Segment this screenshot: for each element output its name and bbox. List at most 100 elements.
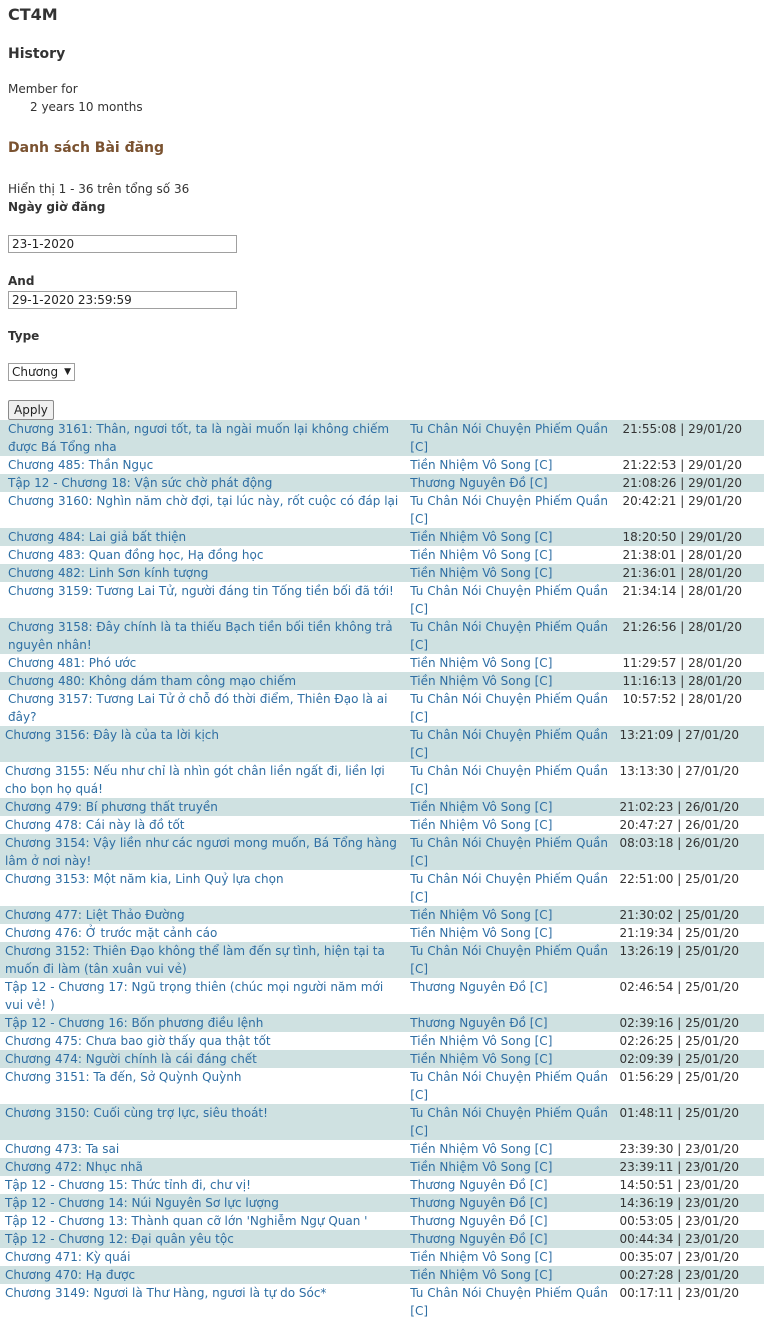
post-category-link[interactable]: Tu Chân Nói Chuyện Phiếm Quần [C]: [410, 1284, 610, 1320]
post-category-link[interactable]: Tu Chân Nói Chuyện Phiếm Quần [C]: [410, 492, 610, 528]
post-title-link[interactable]: Chương 473: Ta sai: [5, 1142, 119, 1156]
post-title-link[interactable]: Tập 12 - Chương 14: Núi Nguyên Sơ lực lư…: [5, 1196, 279, 1210]
post-title-link[interactable]: Chương 478: Cái này là đồ tốt: [5, 818, 185, 832]
post-category-link[interactable]: Tiền Nhiệm Vô Song [C]: [410, 924, 610, 942]
post-title-link[interactable]: Chương 484: Lai giả bất thiện: [8, 530, 186, 544]
post-datetime: 20:47:27 | 26/01/20: [619, 818, 739, 832]
post-category-link[interactable]: Tu Chân Nói Chuyện Phiếm Quần [C]: [410, 726, 610, 762]
table-row: Chương 476: Ở trước mặt cảnh cáo Tiền Nhi…: [0, 924, 764, 942]
post-list-title: Danh sách Bài đăng: [8, 140, 165, 156]
post-category-link[interactable]: Thương Nguyên Đồ [C]: [410, 1194, 610, 1212]
post-category-link[interactable]: Thương Nguyên Đồ [C]: [410, 1212, 610, 1230]
type-select[interactable]: Chương ▼: [8, 363, 76, 381]
post-title-link[interactable]: Chương 481: Phó ước: [8, 656, 136, 670]
post-datetime: 14:50:51 | 23/01/20: [619, 1178, 739, 1192]
post-category-link[interactable]: Tu Chân Nói Chuyện Phiếm Quần [C]: [410, 870, 610, 906]
post-title-link[interactable]: Chương 482: Linh Sơn kính tượng: [8, 566, 208, 580]
table-row: Chương 480: Không dám tham công mạo chiế…: [0, 672, 764, 690]
post-title-link[interactable]: Chương 3150: Cuối cùng trợ lực, siêu tho…: [5, 1106, 268, 1120]
apply-button[interactable]: Apply: [8, 400, 54, 420]
post-title-link[interactable]: Chương 3152: Thiên Đạo không thể làm đến…: [5, 944, 385, 976]
post-title-link[interactable]: Chương 3158: Đây chính là ta thiếu Bạch …: [8, 620, 393, 652]
post-category-link[interactable]: Tiền Nhiệm Vô Song [C]: [410, 1248, 610, 1266]
post-title-link[interactable]: Chương 3157: Tương Lai Tử ở chỗ đó thời …: [8, 692, 387, 724]
post-category-link[interactable]: Tiền Nhiệm Vô Song [C]: [410, 816, 610, 834]
post-title-link[interactable]: Chương 485: Thần Ngục: [8, 458, 153, 472]
date-to-input[interactable]: [8, 291, 237, 309]
post-title-link[interactable]: Chương 472: Nhục nhã: [5, 1160, 143, 1174]
post-category-link[interactable]: Tiền Nhiệm Vô Song [C]: [410, 1266, 610, 1284]
post-title-link[interactable]: Chương 3156: Đây là của ta lời kịch: [5, 728, 219, 742]
post-title-link[interactable]: Chương 477: Liệt Thảo Đường: [5, 908, 185, 922]
table-row: Tập 12 - Chương 16: Bốn phương điều lệnh…: [0, 1014, 764, 1032]
post-category-link[interactable]: Tu Chân Nói Chuyện Phiếm Quần [C]: [410, 618, 610, 654]
post-category-link[interactable]: Tu Chân Nói Chuyện Phiếm Quần [C]: [410, 1068, 610, 1104]
table-row: Chương 3153: Một năm kia, Linh Quỷ lựa c…: [0, 870, 764, 906]
post-title-link[interactable]: Chương 483: Quan đồng học, Hạ đồng học: [8, 548, 263, 562]
post-title-link[interactable]: Chương 3159: Tương Lai Tử, người đáng ti…: [8, 584, 394, 598]
post-category-link[interactable]: Tiền Nhiệm Vô Song [C]: [410, 1032, 610, 1050]
type-select-value: Chương: [12, 365, 59, 379]
table-row: Chương 3149: Ngươi là Thư Hàng, ngươi là…: [0, 1284, 764, 1320]
post-category-link[interactable]: Tiền Nhiệm Vô Song [C]: [410, 672, 610, 690]
post-title-link[interactable]: Chương 480: Không dám tham công mạo chiế…: [8, 674, 296, 688]
post-category-link[interactable]: Tu Chân Nói Chuyện Phiếm Quần [C]: [410, 690, 610, 726]
post-title-link[interactable]: Chương 479: Bí phương thất truyền: [5, 800, 218, 814]
post-datetime: 02:09:39 | 25/01/20: [619, 1052, 739, 1066]
post-title-link[interactable]: Tập 12 - Chương 16: Bốn phương điều lệnh: [5, 1016, 263, 1030]
post-category-link[interactable]: Tiền Nhiệm Vô Song [C]: [410, 456, 610, 474]
post-title-link[interactable]: Chương 3154: Vậy liền như các ngươi mong…: [5, 836, 397, 868]
post-category-link[interactable]: Thương Nguyên Đồ [C]: [410, 1230, 610, 1248]
post-category-link[interactable]: Thương Nguyên Đồ [C]: [410, 978, 610, 996]
table-row: Chương 478: Cái này là đồ tốt Tiền Nhiệm …: [0, 816, 764, 834]
table-row: Chương 3152: Thiên Đạo không thể làm đến…: [0, 942, 764, 978]
post-category-link[interactable]: Thương Nguyên Đồ [C]: [410, 1176, 610, 1194]
table-row: Chương 470: Hạ được Tiền Nhiệm Vô Song [C…: [0, 1266, 764, 1284]
table-row: Tập 12 - Chương 13: Thành quan cỡ lớn 'N…: [0, 1212, 764, 1230]
post-category-link[interactable]: Tiền Nhiệm Vô Song [C]: [410, 1140, 610, 1158]
post-title-link[interactable]: Chương 474: Người chính là cái đáng chết: [5, 1052, 257, 1066]
post-datetime: 21:38:01 | 28/01/20: [622, 548, 742, 562]
post-title-link[interactable]: Tập 12 - Chương 18: Vận sức chờ phát độn…: [8, 476, 272, 490]
table-row: Tập 12 - Chương 17: Ngũ trọng thiên (chú…: [0, 978, 764, 1014]
post-category-link[interactable]: Tiền Nhiệm Vô Song [C]: [410, 798, 610, 816]
post-title-link[interactable]: Chương 3149: Ngươi là Thư Hàng, ngươi là…: [5, 1286, 326, 1300]
table-row: Chương 484: Lai giả bất thiện Tiền Nhiệm …: [0, 528, 764, 546]
chevron-down-icon: ▼: [64, 367, 72, 377]
table-row: Chương 477: Liệt Thảo Đường Tiền Nhiệm Vô…: [0, 906, 764, 924]
post-title-link[interactable]: Chương 3153: Một năm kia, Linh Quỷ lựa c…: [5, 872, 284, 886]
post-category-link[interactable]: Tiền Nhiệm Vô Song [C]: [410, 1158, 610, 1176]
post-category-link[interactable]: Tiền Nhiệm Vô Song [C]: [410, 564, 610, 582]
post-category-link[interactable]: Tu Chân Nói Chuyện Phiếm Quần [C]: [410, 762, 610, 798]
post-title-link[interactable]: Chương 476: Ở trước mặt cảnh cáo: [5, 926, 217, 940]
post-category-link[interactable]: Tu Chân Nói Chuyện Phiếm Quần [C]: [410, 942, 610, 978]
post-category-link[interactable]: Tu Chân Nói Chuyện Phiếm Quần [C]: [410, 582, 610, 618]
post-category-link[interactable]: Tiền Nhiệm Vô Song [C]: [410, 528, 610, 546]
post-category-link[interactable]: Tiền Nhiệm Vô Song [C]: [410, 906, 610, 924]
post-title-link[interactable]: Chương 3160: Nghìn năm chờ đợi, tại lúc …: [8, 494, 398, 508]
date-from-input[interactable]: [8, 235, 237, 253]
post-category-link[interactable]: Tiền Nhiệm Vô Song [C]: [410, 654, 610, 672]
post-title-link[interactable]: Tập 12 - Chương 13: Thành quan cỡ lớn 'N…: [5, 1214, 367, 1228]
post-datetime: 13:13:30 | 27/01/20: [619, 764, 739, 778]
post-title-link[interactable]: Chương 3161: Thân, ngươi tốt, ta là ngài…: [8, 422, 389, 454]
date-filter-label: Ngày giờ đăng: [8, 200, 106, 214]
post-title-link[interactable]: Chương 470: Hạ được: [5, 1268, 135, 1282]
post-category-link[interactable]: Thương Nguyên Đồ [C]: [410, 474, 611, 492]
post-category-link[interactable]: Tu Chân Nói Chuyện Phiếm Quần [C]: [410, 1104, 610, 1140]
site-title[interactable]: CT4M: [8, 5, 58, 24]
post-title-link[interactable]: Tập 12 - Chương 12: Đại quân yêu tộc: [5, 1232, 234, 1246]
post-title-link[interactable]: Chương 3155: Nếu như chỉ là nhìn gót châ…: [5, 764, 385, 796]
post-category-link[interactable]: Tiền Nhiệm Vô Song [C]: [410, 546, 610, 564]
post-datetime: 10:57:52 | 28/01/20: [622, 692, 742, 706]
post-category-link[interactable]: Tu Chân Nói Chuyện Phiếm Quần [C]: [410, 420, 610, 456]
post-title-link[interactable]: Chương 475: Chưa bao giờ thấy qua thật t…: [5, 1034, 271, 1048]
post-title-link[interactable]: Tập 12 - Chương 15: Thức tỉnh đi, chư vị…: [5, 1178, 251, 1192]
post-category-link[interactable]: Tiền Nhiệm Vô Song [C]: [410, 1050, 610, 1068]
post-title-link[interactable]: Chương 3151: Ta đến, Sở Quỳnh Quỳnh: [5, 1070, 241, 1084]
table-row: Chương 3158: Đây chính là ta thiếu Bạch …: [0, 618, 764, 654]
post-category-link[interactable]: Tu Chân Nói Chuyện Phiếm Quần [C]: [410, 834, 610, 870]
post-title-link[interactable]: Tập 12 - Chương 17: Ngũ trọng thiên (chú…: [5, 980, 383, 1012]
post-category-link[interactable]: Thương Nguyên Đồ [C]: [410, 1014, 610, 1032]
post-title-link[interactable]: Chương 471: Kỳ quái: [5, 1250, 130, 1264]
